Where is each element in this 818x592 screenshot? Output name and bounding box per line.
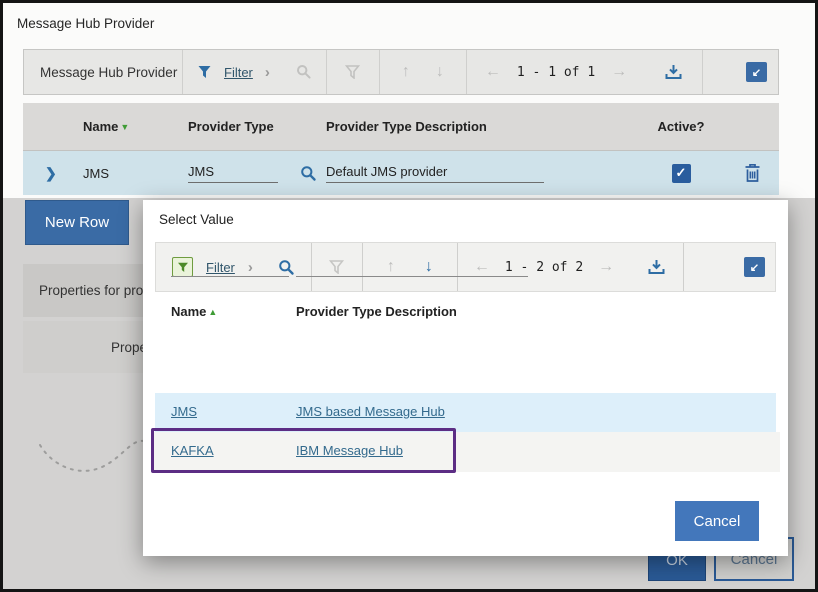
select-value-dialog: Select Value Filter › ↑ — [143, 200, 788, 556]
chevron-right-icon[interactable]: › — [248, 259, 253, 276]
previous-page-icon-disabled: ← — [474, 258, 490, 276]
main-table-header: Name▼ Provider Type Provider Type Descri… — [23, 103, 779, 151]
filter-funnel-icon[interactable] — [197, 65, 212, 79]
dialog-row-jms[interactable]: JMS JMS based Message Hub — [155, 393, 776, 432]
sort-descending-icon: ▼ — [120, 122, 129, 132]
next-row-icon[interactable]: ↓ — [425, 258, 433, 276]
previous-row-icon-disabled: ↑ — [402, 63, 410, 81]
dialog-rows: JMS JMS based Message Hub KAFKA IBM Mess… — [143, 393, 788, 472]
dialog-column-header-description[interactable]: Provider Type Description — [296, 304, 457, 319]
row-name-value: JMS — [83, 166, 188, 181]
active-cell: ✓ — [636, 164, 726, 183]
row-name-link[interactable]: KAFKA — [171, 443, 214, 458]
next-page-icon-disabled: → — [611, 63, 627, 81]
column-header-description[interactable]: Provider Type Description — [326, 119, 636, 134]
dotted-squiggle-annotation — [28, 415, 153, 485]
previous-row-icon-disabled: ↑ — [387, 258, 395, 276]
column-header-name[interactable]: Name▼ — [83, 119, 188, 134]
toolbar-divider — [702, 50, 703, 94]
column-header-provider-type[interactable]: Provider Type — [188, 119, 326, 134]
main-table-toolbar: Message Hub Provider Filter › ↑ ↓ ← — [23, 49, 779, 95]
new-row-button[interactable]: New Row — [25, 200, 129, 245]
download-icon[interactable] — [665, 64, 682, 80]
next-row-icon-disabled: ↓ — [436, 63, 444, 81]
provider-type-input[interactable]: JMS — [188, 164, 278, 183]
expand-table-icon[interactable]: ↙ — [746, 62, 767, 82]
row-description-link[interactable]: JMS based Message Hub — [296, 404, 445, 419]
previous-page-icon-disabled: ← — [485, 63, 501, 81]
table-title-label: Message Hub Provider — [24, 65, 182, 80]
dialog-row-kafka[interactable]: KAFKA IBM Message Hub — [151, 432, 780, 472]
clear-filter-icon-disabled — [345, 65, 360, 79]
description-input[interactable]: Default JMS provider — [326, 164, 544, 183]
search-icon-disabled — [296, 64, 312, 80]
dialog-search-icon[interactable] — [278, 259, 295, 276]
select-value-magnifier-icon[interactable] — [291, 165, 326, 182]
row-name-link[interactable]: JMS — [171, 404, 197, 419]
dialog-expand-icon[interactable]: ↙ — [744, 257, 765, 277]
column-header-active[interactable]: Active? — [636, 119, 726, 134]
filter-active-icon[interactable] — [172, 257, 193, 277]
next-page-icon-disabled: → — [598, 258, 614, 276]
dialog-pagination-label: 1 - 2 of 2 — [505, 260, 583, 275]
table-row[interactable]: ❯ JMS JMS Default JMS provider ✓ — [23, 151, 779, 195]
toolbar-divider — [683, 243, 684, 291]
clear-filter-icon-disabled — [329, 260, 344, 274]
active-checkbox-checked[interactable]: ✓ — [672, 164, 691, 183]
dialog-toolbar: Filter › ↑ ↓ ← 1 - 2 of 2 → — [155, 242, 776, 292]
dialog-title: Select Value — [159, 212, 234, 227]
description-filter-input[interactable] — [296, 276, 528, 277]
expand-row-icon[interactable]: ❯ — [23, 165, 83, 182]
dialog-column-header-name[interactable]: Name▲ — [171, 304, 217, 319]
sort-ascending-icon: ▲ — [208, 307, 217, 317]
chevron-right-icon[interactable]: › — [265, 64, 270, 81]
dialog-filter-link[interactable]: Filter — [206, 260, 235, 275]
name-filter-input[interactable] — [171, 276, 289, 277]
dialog-download-icon[interactable] — [648, 259, 665, 275]
dialog-cancel-button[interactable]: Cancel — [675, 501, 759, 541]
page-title: Message Hub Provider — [17, 16, 154, 31]
pagination-label: 1 - 1 of 1 — [517, 65, 595, 80]
row-description-link[interactable]: IBM Message Hub — [296, 443, 403, 458]
filter-link[interactable]: Filter — [224, 65, 253, 80]
application-window: Message Hub Provider Message Hub Provide… — [0, 0, 818, 592]
delete-row-trash-icon[interactable] — [726, 163, 779, 183]
